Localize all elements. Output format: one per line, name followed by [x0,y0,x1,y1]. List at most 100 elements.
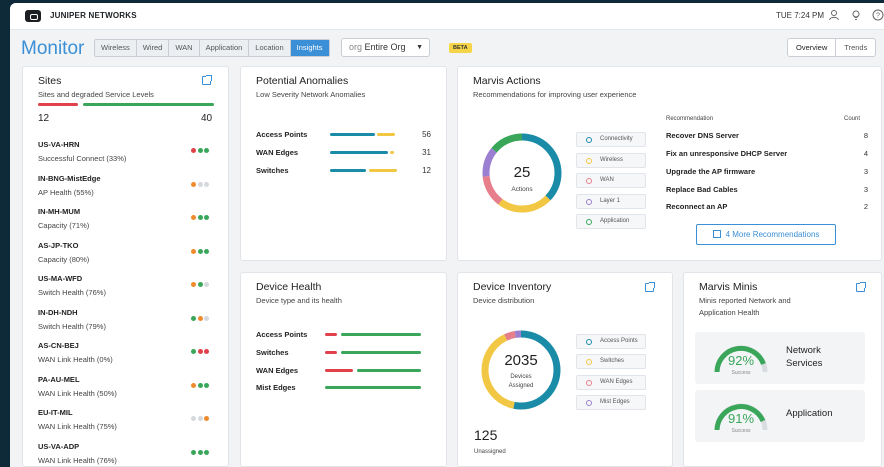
lightbulb-icon[interactable] [850,9,862,21]
site-detail: Successful Connect (33%) [38,154,127,163]
mini-label: Application [786,408,833,419]
site-status-dots [191,315,209,321]
legend-connectivity[interactable]: Connectivity [576,132,646,147]
anomaly-row-label: Access Points [256,130,308,139]
health-row-label: Switches [256,348,289,357]
site-status-dots [191,248,209,254]
recommendation-item[interactable]: Upgrade the AP firmware [666,167,755,176]
site-name[interactable]: AS-CN-BEJ [38,341,79,350]
recommendation-item[interactable]: Fix an unresponsive DHCP Server [666,149,787,158]
external-link-icon[interactable] [645,282,655,292]
status-dot [191,449,196,455]
trends-button[interactable]: Trends [836,39,875,56]
actions-label: Actions [511,186,533,193]
legend-wireless[interactable]: Wireless [576,153,646,168]
legend-label: WAN Edges [600,379,633,385]
recommendation-item[interactable]: Recover DNS Server [666,131,739,140]
site-name[interactable]: PA-AU-MEL [38,375,80,384]
healthy-bar [83,103,214,106]
help-icon[interactable]: ? [872,9,884,21]
site-detail: WAN Link Health (76%) [38,455,117,465]
legend-switches[interactable]: Switches [576,354,646,369]
mini-application[interactable]: 91% Success Application [695,390,865,442]
beta-badge: BETA [449,43,472,53]
legend-layer1[interactable]: Layer 1 [576,194,646,209]
legend-application[interactable]: Application [576,214,646,229]
status-dot [191,181,196,187]
legend-mist-edges[interactable]: Mist Edges [576,395,646,410]
legend-wan[interactable]: WAN [576,173,646,188]
assigned-label: Assigned [508,383,534,389]
view-toggle: Overview Trends [787,38,877,57]
tab-location[interactable]: Location [249,40,291,56]
app-window: JUNIPER NETWORKS TUE 7:24 PM ? Monitor W… [10,3,884,467]
status-dot [197,449,203,455]
anomaly-bar-secondary [377,133,395,136]
brand-name: JUNIPER NETWORKS [50,11,137,20]
tab-wan[interactable]: WAN [169,40,200,56]
juniper-logo-icon [25,10,41,22]
external-link-icon[interactable] [202,75,212,85]
anomalies-card: Potential Anomalies Low Severity Network… [240,66,447,261]
health-row-label: WAN Edges [256,366,299,375]
site-name[interactable]: IN-BNG-MistEdge [38,174,101,183]
site-name[interactable]: EU-IT-MIL [38,408,73,417]
site-name[interactable]: IN-DH-NDH [38,308,78,317]
device-health-title: Device Health [256,281,322,293]
recommendation-item[interactable]: Replace Bad Cables [666,185,738,194]
legend-marker-icon [586,218,592,225]
recommendation-count: 3 [863,167,868,176]
mini-network-services[interactable]: 92% Success Network Services [695,332,865,384]
tab-application[interactable]: Application [200,40,250,56]
page-title: Monitor [21,38,85,59]
health-bar-good [341,351,421,354]
anomaly-row-label: Switches [256,166,289,175]
site-name[interactable]: US-VA-ADP [38,442,79,451]
status-dot [197,148,203,153]
tab-wired[interactable]: Wired [137,40,170,56]
site-status-dots [191,215,209,220]
device-health-subtitle: Device type and its health [256,296,342,305]
site-detail: WAN Link Health (0%) [38,355,113,364]
status-dot [204,416,209,421]
site-status-dots [191,382,209,388]
org-select[interactable]: org Entire Org ▼ [341,38,430,57]
degraded-bar [38,103,78,106]
health-row-label: Access Points [256,330,308,339]
site-detail: Capacity (71%) [38,221,90,230]
tab-insights[interactable]: Insights [290,40,329,56]
device-health-card: Device Health Device type and its health… [240,272,447,467]
more-recommendations-button[interactable]: 4 More Recommendations [696,224,836,245]
recommendation-count: 3 [863,185,868,194]
external-link-icon[interactable] [856,282,866,292]
user-icon[interactable] [828,9,840,21]
legend-access-points[interactable]: Access Points [576,334,646,349]
status-dot [191,416,196,421]
status-dot [197,416,203,421]
site-name[interactable]: IN-MH-MUM [38,207,80,216]
sites-card: Sites Sites and degraded Service Levels … [22,66,229,467]
legend-marker-icon [586,157,592,164]
site-name[interactable]: US-MA-WFD [38,274,82,283]
legend-wan-edges[interactable]: WAN Edges [576,375,646,390]
status-dot [197,349,203,354]
status-dot [197,315,203,321]
monitor-tabs: Wireless Wired WAN Application Location … [94,39,330,57]
site-status-dots [191,449,209,455]
legend-label: Wireless [600,157,624,163]
site-detail: Capacity (80%) [38,254,90,264]
tab-wireless[interactable]: Wireless [95,40,137,56]
mini-status: Success [731,370,751,376]
health-bar-bad [325,333,337,336]
marvis-actions-title: Marvis Actions [473,75,541,87]
recommendation-item[interactable]: Reconnect an AP [666,202,727,211]
healthy-count: 40 [201,113,213,124]
site-name[interactable]: US-VA-HRN [38,140,80,149]
anomaly-bar-primary [330,151,388,154]
site-name[interactable]: AS-JP-TKO [38,241,78,250]
anomalies-title: Potential Anomalies [256,75,349,87]
clock: TUE 7:24 PM [776,11,825,20]
status-dot [204,315,209,321]
overview-button[interactable]: Overview [788,39,837,56]
degraded-count: 12 [38,113,50,124]
